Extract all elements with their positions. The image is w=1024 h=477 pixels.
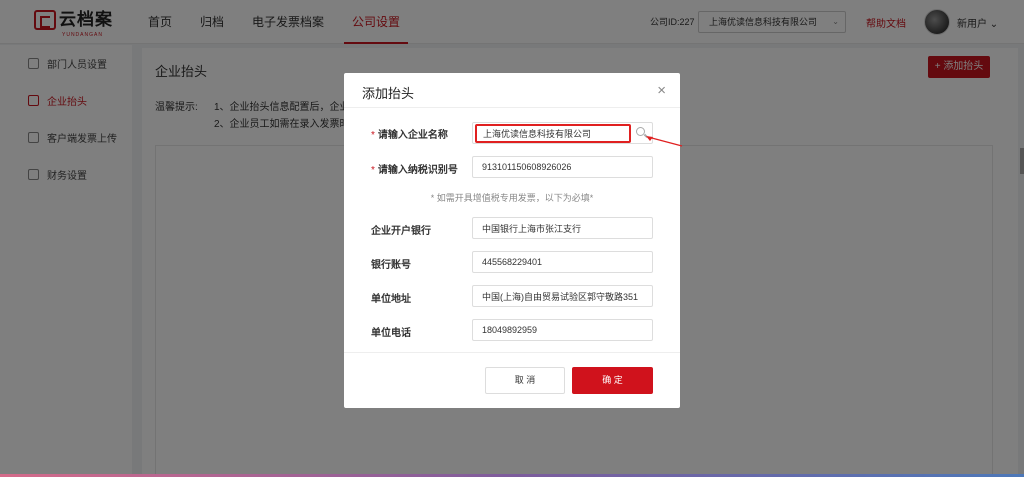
tax-id-label-text: 请输入纳税识别号 — [377, 165, 458, 176]
bank-input[interactable] — [472, 217, 653, 239]
close-icon[interactable]: × — [657, 82, 666, 99]
divider — [344, 352, 680, 353]
vat-note: * 如需开具增值税专用发票，以下为必填* — [430, 193, 594, 203]
phone-input[interactable] — [472, 319, 653, 341]
phone-label: 单位电话 — [371, 328, 411, 339]
account-input[interactable] — [472, 251, 653, 273]
confirm-button[interactable]: 确 定 — [572, 367, 653, 394]
company-name-label-text: 请输入企业名称 — [377, 130, 448, 141]
divider — [344, 107, 680, 108]
cancel-button[interactable]: 取 消 — [485, 367, 565, 394]
company-name-input[interactable] — [475, 124, 631, 143]
dialog-title: 添加抬头 — [362, 86, 415, 101]
account-label: 银行账号 — [371, 260, 411, 271]
bank-label: 企业开户银行 — [371, 226, 431, 237]
required-mark: * — [371, 130, 375, 141]
required-mark: * — [371, 165, 375, 176]
tax-id-label: * 请输入纳税识别号 — [371, 161, 458, 176]
pointer-arrow-icon — [646, 136, 683, 147]
address-input[interactable] — [472, 285, 653, 307]
company-name-label: * 请输入企业名称 — [371, 126, 448, 141]
tax-id-input[interactable] — [472, 156, 653, 178]
side-scroll-tab[interactable] — [1020, 148, 1024, 174]
add-header-dialog: 添加抬头 × *请输入企业名称 *请输入纳税识别号 * 如需开具增值税专用发票，… — [344, 73, 683, 408]
address-label: 单位地址 — [371, 294, 411, 305]
